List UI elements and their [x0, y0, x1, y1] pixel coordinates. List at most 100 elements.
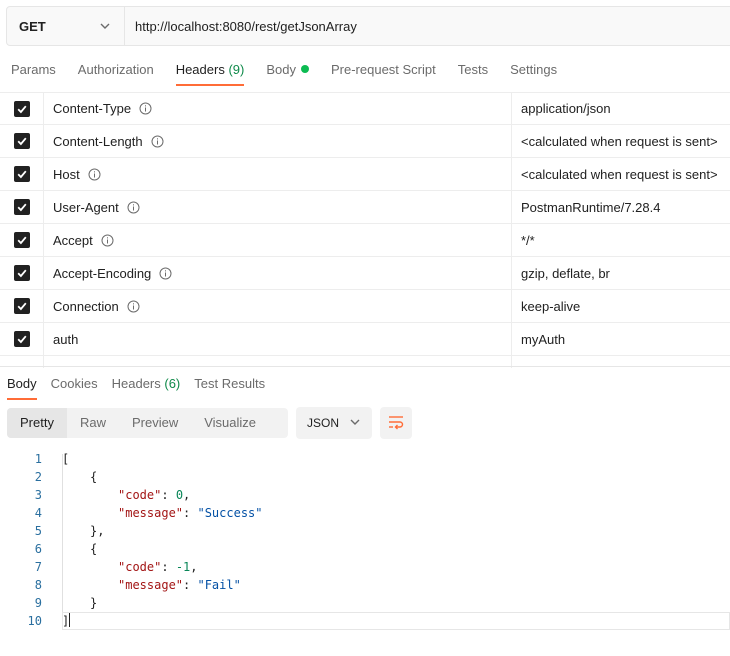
line-number: 6	[34, 542, 42, 556]
header-checkbox-cell	[0, 323, 44, 355]
tab-body[interactable]: Body	[255, 56, 320, 86]
method-select[interactable]: GET	[7, 7, 125, 45]
code-token: 0	[175, 488, 184, 502]
tab-label: Body	[7, 376, 37, 391]
request-tabs: Params Authorization Headers (9) Body Pre-re…	[0, 56, 568, 86]
tab-label: Test Results	[194, 376, 266, 391]
header-checkbox-cell	[0, 257, 44, 289]
info-icon[interactable]	[101, 234, 114, 247]
body-indicator-dot	[300, 65, 309, 73]
header-value-text: <calculated when request is sent>	[521, 166, 718, 182]
header-value[interactable]: PostmanRuntime/7.28.4	[512, 191, 730, 223]
tab-pre-request-script[interactable]: Pre-request Script	[320, 56, 447, 86]
tab-headers[interactable]: Headers (9)	[165, 56, 256, 86]
header-value[interactable]: */*	[512, 224, 730, 256]
info-icon[interactable]	[151, 135, 164, 148]
tab-params[interactable]: Params	[0, 56, 67, 86]
header-key[interactable]: Connection	[44, 290, 512, 322]
response-tab-test-results[interactable]: Test Results	[187, 370, 272, 400]
tab-label: Settings	[510, 62, 558, 77]
info-icon[interactable]	[88, 168, 101, 181]
info-icon[interactable]	[127, 300, 140, 313]
line-number: 3	[34, 488, 42, 502]
code-token: :	[183, 578, 198, 592]
header-value-text: <calculated when request is sent>	[521, 133, 718, 149]
header-key-text: Content-Type	[53, 101, 132, 116]
header-value-text: PostmanRuntime/7.28.4	[521, 199, 661, 215]
response-tabs: Body Cookies Headers (6) Test Results	[0, 370, 272, 400]
response-tab-cookies[interactable]: Cookies	[44, 370, 105, 400]
tab-tests[interactable]: Tests	[447, 56, 499, 86]
code-token: ,	[183, 488, 191, 502]
header-value[interactable]: <calculated when request is sent>	[512, 125, 730, 157]
tab-settings[interactable]: Settings	[499, 56, 568, 86]
header-key[interactable]: User-Agent	[44, 191, 512, 223]
header-value-text: application/json	[521, 101, 611, 116]
info-icon[interactable]	[159, 267, 172, 280]
view-mode-pretty[interactable]: Pretty	[7, 408, 67, 438]
view-mode-selector: Pretty Raw Preview Visualize	[7, 408, 288, 438]
wrap-lines-button[interactable]	[380, 407, 412, 439]
response-view-bar: Pretty Raw Preview Visualize JSON	[7, 407, 412, 439]
header-key[interactable]: Content-Length	[44, 125, 512, 157]
chevron-down-icon	[349, 416, 361, 431]
header-enabled-checkbox[interactable]	[13, 100, 30, 117]
tab-label: Pre-request Script	[330, 62, 436, 77]
code-token: ,	[190, 560, 198, 574]
header-key[interactable]: Accept	[44, 224, 512, 256]
header-key[interactable]: auth	[44, 323, 512, 355]
header-key[interactable]: Content-Type	[44, 93, 512, 124]
tab-label: Authorization	[77, 62, 154, 77]
header-enabled-checkbox[interactable]	[13, 199, 30, 215]
header-enabled-checkbox[interactable]	[13, 232, 30, 248]
code-text: }	[44, 594, 97, 612]
method-label: GET	[19, 18, 46, 34]
header-value[interactable]: gzip, deflate, br	[512, 257, 730, 289]
header-value[interactable]: myAuth	[512, 323, 730, 355]
code-token: {	[90, 470, 98, 484]
view-mode-raw[interactable]: Raw	[67, 408, 119, 438]
code-line: 5},	[0, 522, 730, 540]
view-mode-visualize[interactable]: Visualize	[191, 408, 269, 438]
code-token: },	[90, 524, 105, 538]
headers-table: Content-Type application/json Content-Leng…	[0, 92, 730, 368]
header-value-text: */*	[521, 232, 535, 248]
view-mode-preview[interactable]: Preview	[119, 408, 191, 438]
header-value-text: myAuth	[521, 331, 566, 347]
code-token: -1	[175, 560, 191, 574]
header-key[interactable]: Accept-Encoding	[44, 257, 512, 289]
format-select[interactable]: JSON	[296, 407, 372, 439]
header-key[interactable]: Host	[44, 158, 512, 190]
info-icon[interactable]	[139, 102, 152, 115]
code-text: "message": "Success"	[44, 504, 263, 522]
header-enabled-checkbox[interactable]	[13, 331, 30, 347]
header-enabled-checkbox[interactable]	[13, 166, 30, 182]
code-line: 3 "code": 0,	[0, 486, 730, 504]
header-checkbox-cell	[0, 290, 44, 322]
tab-count-badge: (9)	[228, 62, 245, 77]
code-token: {	[90, 542, 98, 556]
code-token: ]	[62, 614, 70, 628]
response-tab-headers[interactable]: Headers (6)	[105, 370, 188, 400]
response-tab-body[interactable]: Body	[0, 370, 44, 400]
tab-authorization[interactable]: Authorization	[67, 56, 165, 86]
header-checkbox-cell	[0, 158, 44, 190]
header-row: Host <calculated when request is sent>	[0, 158, 730, 191]
header-enabled-checkbox[interactable]	[13, 265, 30, 281]
info-icon[interactable]	[127, 201, 140, 214]
header-value[interactable]: application/json	[512, 93, 730, 124]
header-key-text: Connection	[53, 298, 119, 314]
format-label: JSON	[307, 416, 340, 430]
response-body-editor[interactable]: 1[2{3 "code": 0, 4 "message": "Success" 5}, 6…	[0, 450, 730, 630]
header-row: Content-Length <calculated when request i…	[0, 125, 730, 158]
tab-label: Headers	[111, 376, 161, 391]
header-enabled-checkbox[interactable]	[13, 133, 30, 149]
header-checkbox-cell	[0, 191, 44, 223]
code-text: ]	[44, 612, 71, 630]
code-text: "code": -1,	[44, 558, 198, 576]
header-value[interactable]: keep-alive	[512, 290, 730, 322]
line-number: 7	[34, 560, 42, 574]
header-enabled-checkbox[interactable]	[13, 298, 30, 314]
url-input[interactable]: http://localhost:8080/rest/getJsonArray	[125, 7, 730, 45]
header-value[interactable]: <calculated when request is sent>	[512, 158, 730, 190]
